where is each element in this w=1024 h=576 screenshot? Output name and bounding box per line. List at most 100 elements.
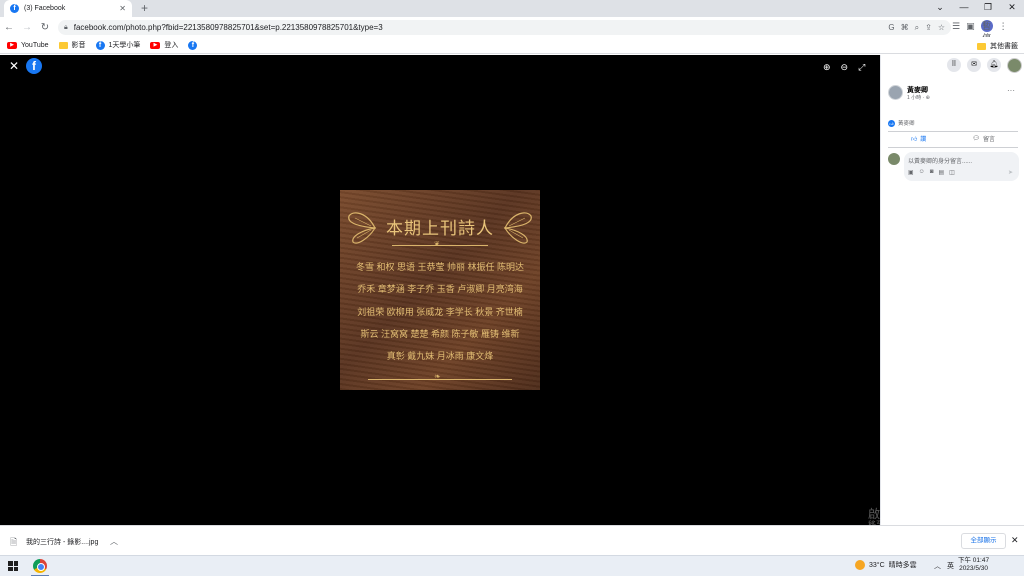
notifications-bell-icon[interactable]: 🔔︎: [987, 58, 1001, 72]
divider: [392, 245, 488, 246]
download-bar: 🗎 我的三行詩 - 錄影....jpg ︿ 全部顯示 ✕: [0, 525, 1024, 555]
facebook-favicon-icon: f: [10, 4, 19, 13]
show-all-button[interactable]: 全部顯示: [961, 533, 1006, 549]
clock-time: 下午 01:47: [958, 557, 990, 564]
back-arrow-icon[interactable]: ←: [0, 22, 18, 33]
taskbar-clock[interactable]: 下午 01:47 2023/5/30: [958, 557, 989, 573]
minimize-icon[interactable]: —: [952, 0, 976, 17]
youtube-icon: ▶: [7, 41, 17, 49]
facebook-logo-icon[interactable]: f: [26, 58, 42, 74]
zoom-in-icon[interactable]: ⊕: [823, 62, 831, 73]
window-close-icon[interactable]: ✕: [1000, 0, 1024, 17]
menu-kebab-icon[interactable]: ⋮: [999, 21, 1008, 32]
sticker-icon[interactable]: ◫: [949, 169, 955, 176]
menu-grid-icon[interactable]: ⠿: [947, 58, 961, 72]
address-bar[interactable]: 🔒︎ facebook.com/photo.php?fbid=221358097…: [58, 20, 951, 35]
reload-icon[interactable]: ↻: [36, 22, 54, 33]
bookmark-youtube[interactable]: ▶ YouTube: [7, 41, 49, 49]
bookmark-facebook[interactable]: f: [188, 40, 198, 50]
comment-input[interactable]: 以黃麥卿的身分留言...... ▣ ☺ ◙ ▤ ◫ ➤: [904, 152, 1019, 181]
account-avatar[interactable]: [1007, 58, 1022, 73]
fullscreen-icon[interactable]: ⤢: [858, 62, 865, 73]
translate-icon[interactable]: ⌘: [901, 23, 909, 32]
lock-icon[interactable]: 🔒︎: [64, 24, 68, 32]
divider: [888, 131, 1018, 132]
chevron-up-icon[interactable]: ︿: [110, 536, 118, 547]
comment-icon: 💬︎: [972, 136, 980, 142]
gif-icon[interactable]: ▤: [938, 169, 944, 176]
poet-row: 真彰 戴九妹 月冰雨 康文烽: [386, 351, 494, 362]
profile-avatar[interactable]: 暫停: [980, 20, 993, 43]
reaction-summary[interactable]: 👍︎ 黃麥卿: [888, 119, 915, 127]
reaction-names: 黃麥卿: [898, 121, 915, 127]
like-label: 讚: [920, 137, 927, 143]
more-options-icon[interactable]: ···: [1007, 86, 1015, 95]
post-time[interactable]: 1 小時 · ⊕: [907, 94, 930, 101]
facebook-top-buttons: ⠿ ✉ 🔔︎: [947, 58, 1022, 73]
emoji-icon[interactable]: ☺: [919, 169, 925, 176]
sun-cloud-icon: [855, 560, 865, 570]
messenger-icon[interactable]: ✉: [967, 58, 981, 72]
like-reaction-icon: 👍︎: [888, 119, 895, 127]
chrome-taskbar-icon[interactable]: [33, 559, 47, 573]
poet-row: 冬雪 和权 思语 王恭莹 帅丽 林振任 陈明达: [355, 262, 524, 272]
windows-start-icon[interactable]: [8, 561, 18, 571]
like-button[interactable]: 👍︎ 讚: [911, 134, 927, 144]
post-actions: 👍︎ 讚 💬︎ 留言: [888, 134, 1018, 143]
folder-icon: [977, 42, 986, 50]
comment-label: 留言: [982, 137, 995, 143]
bookmark-other-folder[interactable]: 其他書籤: [977, 41, 1018, 51]
tray-chevron-icon[interactable]: ︿: [934, 561, 941, 571]
bookmark-folder-video[interactable]: 影音: [58, 40, 86, 50]
poet-row: 刘祖荣 欧柳用 张威龙 李学长 秋景 齐世楠: [357, 306, 523, 317]
reading-list-icon[interactable]: ☰: [952, 21, 960, 32]
new-tab-button[interactable]: +: [138, 2, 151, 15]
bookmark-login[interactable]: ▶ 登入: [150, 40, 178, 50]
comment-tools: ▣ ☺ ◙ ▤ ◫: [908, 169, 955, 176]
bookmark-facebook-page[interactable]: f 1天學小筆: [95, 40, 140, 50]
divider: [888, 147, 1018, 148]
thumbs-up-icon: 👍︎: [911, 136, 918, 143]
close-download-bar-icon[interactable]: ✕: [1011, 535, 1019, 546]
tab-close-icon[interactable]: ✕: [119, 4, 126, 13]
restore-icon[interactable]: ❐: [976, 0, 1000, 17]
forward-arrow-icon[interactable]: →: [18, 22, 36, 33]
side-panel-icon[interactable]: ▣: [966, 21, 975, 32]
post-side-panel: ⠿ ✉ 🔔︎ 黃麥卿 1 小時 · ⊕ ··· 👍︎ 黃麥卿 👍︎ 讚 💬︎ 留…: [880, 55, 1024, 525]
share-icon[interactable]: ⇪: [925, 23, 932, 32]
browser-tab[interactable]: f (3) Facebook ✕: [4, 0, 132, 17]
url-text: facebook.com/photo.php?fbid=221358097882…: [73, 23, 383, 32]
poet-names: 冬雪 和权 思语 王恭莹 帅丽 林振任 陈明达 乔禾 章梦涵 李子乔 玉香 卢淑…: [340, 260, 540, 371]
facebook-icon: f: [95, 40, 105, 50]
poet-row: 斯云 汪窝窝 楚楚 希颜 陈子敏 雁铸 维新: [360, 328, 520, 339]
viewer-tools: ⊕ ⊖ ⤢: [823, 62, 865, 73]
weather-widget[interactable]: 33°C 晴時多雲: [855, 560, 917, 570]
google-icon[interactable]: G: [888, 23, 894, 32]
zoom-icon[interactable]: ⌕: [915, 23, 919, 33]
youtube-icon: ▶: [150, 41, 161, 49]
camera-icon[interactable]: ◙: [930, 169, 934, 176]
system-tray: ︿ 英: [934, 561, 954, 571]
windows-taskbar: 33°C 晴時多雲 ︿ 英 下午 01:47 2023/5/30: [0, 555, 1024, 576]
comment-placeholder: 以黃麥卿的身分留言......: [908, 159, 973, 165]
zoom-out-icon[interactable]: ⊖: [841, 62, 849, 73]
browser-tab-bar: [0, 0, 1024, 17]
ime-indicator[interactable]: 英: [947, 561, 954, 571]
author-avatar[interactable]: [888, 85, 903, 100]
send-icon[interactable]: ➤: [1008, 169, 1013, 176]
weather-text: 晴時多雲: [888, 562, 917, 569]
tab-title: (3) Facebook: [24, 5, 66, 12]
facebook-icon: f: [188, 40, 198, 50]
photo-image: 本期上刊詩人 ❦ 冬雪 和权 思语 王恭莹 帅丽 林振任 陈明达 乔禾 章梦涵 …: [340, 190, 540, 390]
comment-button[interactable]: 💬︎ 留言: [972, 134, 995, 143]
bookmark-star-icon[interactable]: ☆: [938, 23, 945, 32]
file-icon: 🗎: [10, 537, 18, 547]
toolbar: ← → ↻ 🔒︎ facebook.com/photo.php?fbid=221…: [0, 17, 1024, 43]
poet-row: 乔禾 章梦涵 李子乔 玉香 卢淑卿 月亮湾海: [357, 284, 523, 295]
close-viewer-icon[interactable]: ✕: [9, 60, 19, 72]
avatar-sticker-icon[interactable]: ▣: [908, 169, 914, 176]
clock-date: 2023/5/30: [959, 565, 988, 572]
tab-search-icon[interactable]: ⌄: [928, 0, 952, 17]
bookmark-label: 其他書籤: [990, 43, 1018, 50]
download-filename[interactable]: 我的三行詩 - 錄影....jpg: [26, 537, 98, 547]
